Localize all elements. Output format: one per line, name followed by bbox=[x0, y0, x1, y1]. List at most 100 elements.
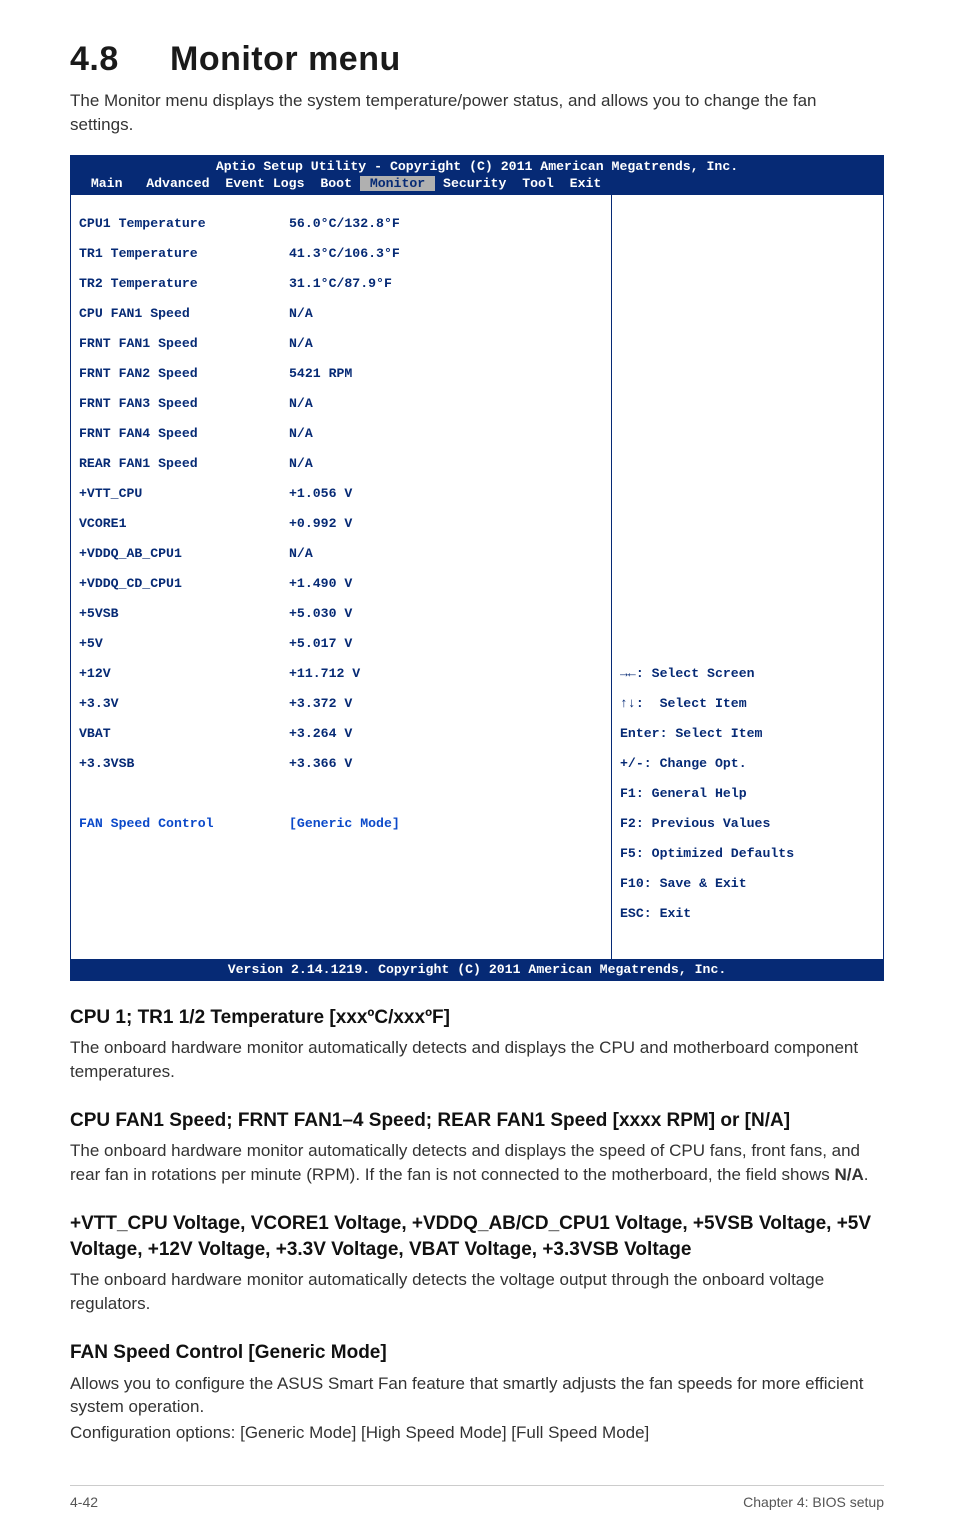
bios-row: +5VSB+5.030 V bbox=[79, 606, 603, 621]
bios-row-value: 41.3°C/106.3°F bbox=[289, 246, 400, 261]
bios-row-label: CPU1 Temperature bbox=[79, 216, 289, 231]
bios-row: VCORE1+0.992 V bbox=[79, 516, 603, 531]
bios-row: +VDDQ_CD_CPU1+1.490 V bbox=[79, 576, 603, 591]
bios-row-value: +5.017 V bbox=[289, 636, 352, 651]
bios-row-label: FRNT FAN4 Speed bbox=[79, 426, 289, 441]
bios-row-label: TR2 Temperature bbox=[79, 276, 289, 291]
help-line: ESC: Exit bbox=[620, 906, 875, 921]
bios-row-value: 5421 RPM bbox=[289, 366, 352, 381]
help-line: F5: Optimized Defaults bbox=[620, 846, 875, 861]
section-title-text: Monitor menu bbox=[170, 40, 401, 78]
subsection-body-fan-speed: The onboard hardware monitor automatical… bbox=[70, 1139, 884, 1187]
bios-row-fan-control[interactable]: FAN Speed Control[Generic Mode] bbox=[79, 816, 603, 831]
bios-row-label: VCORE1 bbox=[79, 516, 289, 531]
bios-row-label: +VDDQ_CD_CPU1 bbox=[79, 576, 289, 591]
bios-row: VBAT+3.264 V bbox=[79, 726, 603, 741]
help-line: F1: General Help bbox=[620, 786, 875, 801]
bios-row-value: N/A bbox=[289, 306, 313, 321]
bios-help-block: →←: Select Screen ↑↓: Select Item Enter:… bbox=[620, 651, 875, 951]
bios-tabs-prefix: Main Advanced Event Logs Boot bbox=[75, 176, 360, 191]
section-intro: The Monitor menu displays the system tem… bbox=[70, 89, 884, 137]
bios-tab-monitor[interactable]: Monitor bbox=[360, 176, 435, 191]
subsection-title-voltage: +VTT_CPU Voltage, VCORE1 Voltage, +VDDQ_… bbox=[70, 1211, 884, 1262]
bios-row-label: +5V bbox=[79, 636, 289, 651]
bios-window: Aptio Setup Utility - Copyright (C) 2011… bbox=[70, 155, 884, 981]
bios-row: FRNT FAN1 SpeedN/A bbox=[79, 336, 603, 351]
fan-speed-control-label: FAN Speed Control bbox=[79, 816, 289, 831]
bios-row-value: +3.264 V bbox=[289, 726, 352, 741]
bios-row-label: CPU FAN1 Speed bbox=[79, 306, 289, 321]
bios-left-panel: CPU1 Temperature56.0°C/132.8°F TR1 Tempe… bbox=[71, 194, 611, 959]
bios-right-panel: →←: Select Screen ↑↓: Select Item Enter:… bbox=[611, 194, 883, 959]
help-line: F10: Save & Exit bbox=[620, 876, 875, 891]
bios-row-label: +3.3VSB bbox=[79, 756, 289, 771]
help-line: +/-: Change Opt. bbox=[620, 756, 875, 771]
bios-row: CPU1 Temperature56.0°C/132.8°F bbox=[79, 216, 603, 231]
help-line: Enter: Select Item bbox=[620, 726, 875, 741]
subsection-title-fan-control: FAN Speed Control [Generic Mode] bbox=[70, 1340, 884, 1366]
bios-row: FRNT FAN4 SpeedN/A bbox=[79, 426, 603, 441]
bios-row-value: +1.056 V bbox=[289, 486, 352, 501]
bios-row-label: +3.3V bbox=[79, 696, 289, 711]
bios-row-label: +12V bbox=[79, 666, 289, 681]
bios-row bbox=[79, 846, 603, 861]
bios-tabs-suffix: Security Tool Exit bbox=[435, 176, 601, 191]
fan-speed-control-value: [Generic Mode] bbox=[289, 816, 400, 831]
fan-speed-body-a: The onboard hardware monitor automatical… bbox=[70, 1141, 860, 1184]
bios-row-value: N/A bbox=[289, 426, 313, 441]
bios-tab-bar: Main Advanced Event Logs Boot Monitor Se… bbox=[71, 175, 883, 194]
subsection-body-fan-control-1: Allows you to configure the ASUS Smart F… bbox=[70, 1372, 884, 1420]
bios-row: CPU FAN1 SpeedN/A bbox=[79, 306, 603, 321]
bios-row-label: FRNT FAN2 Speed bbox=[79, 366, 289, 381]
page-number: 4-42 bbox=[70, 1494, 98, 1510]
bios-row-label: FRNT FAN3 Speed bbox=[79, 396, 289, 411]
bios-footer-line: Version 2.14.1219. Copyright (C) 2011 Am… bbox=[71, 959, 883, 980]
bios-row: +5V+5.017 V bbox=[79, 636, 603, 651]
bios-row-label: FRNT FAN1 Speed bbox=[79, 336, 289, 351]
bios-row-value: N/A bbox=[289, 456, 313, 471]
bios-header-line: Aptio Setup Utility - Copyright (C) 2011… bbox=[71, 156, 883, 175]
bios-row: FRNT FAN2 Speed5421 RPM bbox=[79, 366, 603, 381]
help-line: →←: Select Screen bbox=[620, 666, 875, 681]
bios-row: TR2 Temperature31.1°C/87.9°F bbox=[79, 276, 603, 291]
bios-row: FRNT FAN3 SpeedN/A bbox=[79, 396, 603, 411]
bios-row: +VTT_CPU+1.056 V bbox=[79, 486, 603, 501]
bios-row-label: VBAT bbox=[79, 726, 289, 741]
bios-row-value: 31.1°C/87.9°F bbox=[289, 276, 392, 291]
help-line: F2: Previous Values bbox=[620, 816, 875, 831]
subsection-title-temperature: CPU 1; TR1 1/2 Temperature [xxxºC/xxxºF] bbox=[70, 1005, 884, 1031]
bios-row-value: N/A bbox=[289, 396, 313, 411]
bios-row: +VDDQ_AB_CPU1N/A bbox=[79, 546, 603, 561]
bios-row: TR1 Temperature41.3°C/106.3°F bbox=[79, 246, 603, 261]
chapter-label: Chapter 4: BIOS setup bbox=[743, 1494, 884, 1510]
fan-speed-na: N/A bbox=[834, 1165, 863, 1184]
page-footer: 4-42 Chapter 4: BIOS setup bbox=[70, 1485, 884, 1510]
bios-row-value: +3.366 V bbox=[289, 756, 352, 771]
bios-row-label: +VDDQ_AB_CPU1 bbox=[79, 546, 289, 561]
subsection-title-fan-speed: CPU FAN1 Speed; FRNT FAN1–4 Speed; REAR … bbox=[70, 1108, 884, 1134]
subsection-body-temperature: The onboard hardware monitor automatical… bbox=[70, 1036, 884, 1084]
bios-row-value: +3.372 V bbox=[289, 696, 352, 711]
section-number: 4.8 bbox=[70, 40, 170, 79]
bios-row-label: TR1 Temperature bbox=[79, 246, 289, 261]
fan-speed-body-c: . bbox=[864, 1165, 869, 1184]
bios-row-label: +VTT_CPU bbox=[79, 486, 289, 501]
bios-row-label: REAR FAN1 Speed bbox=[79, 456, 289, 471]
bios-row bbox=[79, 906, 603, 921]
subsection-body-voltage: The onboard hardware monitor automatical… bbox=[70, 1268, 884, 1316]
bios-row: +12V+11.712 V bbox=[79, 666, 603, 681]
bios-row-value: +1.490 V bbox=[289, 576, 352, 591]
bios-row-value: +5.030 V bbox=[289, 606, 352, 621]
section-title: 4.8Monitor menu bbox=[70, 40, 884, 79]
bios-row-value: 56.0°C/132.8°F bbox=[289, 216, 400, 231]
bios-row-label: +5VSB bbox=[79, 606, 289, 621]
bios-row-value: +0.992 V bbox=[289, 516, 352, 531]
bios-row-value: N/A bbox=[289, 546, 313, 561]
subsection-body-fan-control-2: Configuration options: [Generic Mode] [H… bbox=[70, 1421, 884, 1445]
help-line: ↑↓: Select Item bbox=[620, 696, 875, 711]
bios-row: +3.3VSB+3.366 V bbox=[79, 756, 603, 771]
bios-row-value: N/A bbox=[289, 336, 313, 351]
bios-row: +3.3V+3.372 V bbox=[79, 696, 603, 711]
bios-row bbox=[79, 876, 603, 891]
bios-row-value: +11.712 V bbox=[289, 666, 360, 681]
